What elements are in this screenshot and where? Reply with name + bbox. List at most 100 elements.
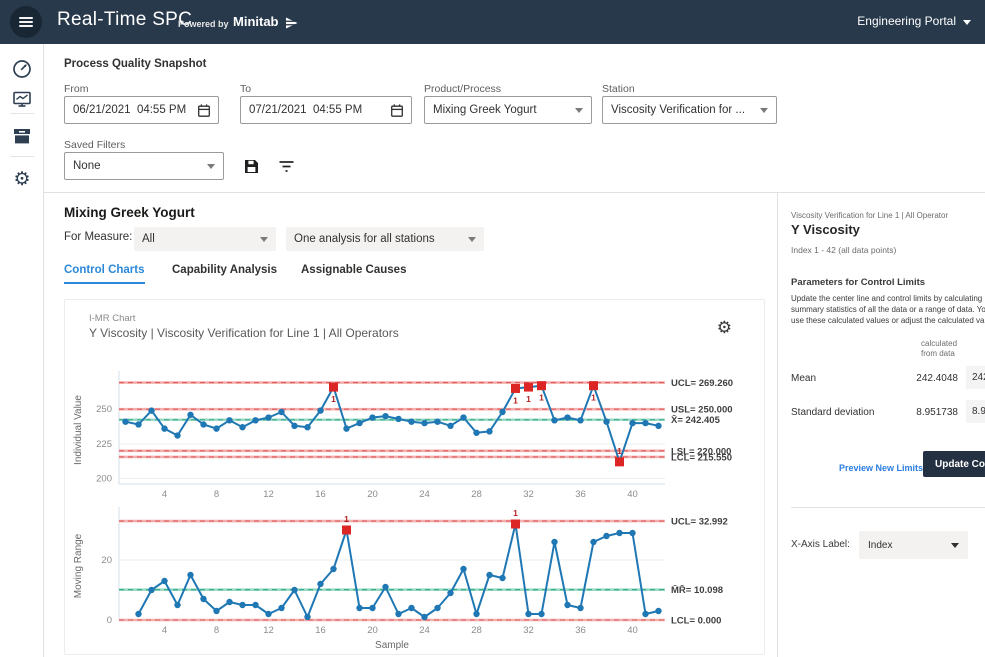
sidebar-item-settings[interactable]: ⚙ xyxy=(11,168,33,190)
data-point xyxy=(499,575,505,581)
chevron-down-icon xyxy=(951,543,959,548)
moving-range-chart: 020481216202428323640UCL= 32.992M̄R̄= 10… xyxy=(73,507,728,651)
chart-type-label: I-MR Chart xyxy=(89,313,135,324)
for-measure-label: For Measure: xyxy=(64,231,132,243)
analysis-select[interactable]: One analysis for all stations xyxy=(286,227,484,251)
ooc-flag-label: 1 xyxy=(591,393,596,403)
data-point xyxy=(603,533,609,539)
menu-button[interactable] xyxy=(10,6,42,38)
data-point xyxy=(317,407,323,413)
section-title: Process Quality Snapshot xyxy=(64,58,207,70)
data-point xyxy=(187,572,193,578)
sidebar-item-reports[interactable] xyxy=(11,88,33,110)
data-point xyxy=(252,417,258,423)
right-panel: Viscosity Verification for Line 1 | All … xyxy=(777,193,985,657)
chart-settings-button[interactable]: ⚙ xyxy=(717,318,732,338)
limit-label: X̄= 242.405 xyxy=(671,415,721,426)
filter-icon xyxy=(279,160,294,173)
data-point xyxy=(252,602,258,608)
data-point xyxy=(473,611,479,617)
data-point xyxy=(538,611,544,617)
data-point xyxy=(356,420,362,426)
data-point xyxy=(239,424,245,430)
product-select[interactable]: Mixing Greek Yogurt xyxy=(424,96,592,124)
x-tick-label: 20 xyxy=(367,489,378,500)
x-tick-label: 32 xyxy=(523,625,534,636)
data-point xyxy=(447,590,453,596)
data-point xyxy=(473,430,479,436)
data-point xyxy=(174,602,180,608)
out-of-control-point xyxy=(589,381,598,390)
data-point xyxy=(603,418,609,424)
sidebar-divider xyxy=(10,113,34,114)
stddev-input[interactable] xyxy=(966,400,985,423)
data-point xyxy=(200,596,206,602)
data-point xyxy=(460,566,466,572)
archive-icon xyxy=(12,126,32,146)
y-tick-label: 0 xyxy=(107,615,112,626)
x-tick-label: 20 xyxy=(367,625,378,636)
data-point xyxy=(369,605,375,611)
measure-value: All xyxy=(142,233,155,245)
data-point xyxy=(200,421,206,427)
tab-assignable-causes[interactable]: Assignable Causes xyxy=(301,264,406,282)
station-select[interactable]: Viscosity Verification for ... xyxy=(602,96,777,124)
individuals-chart: 200225250481216202428323640UCL= 269.260U… xyxy=(73,371,733,500)
ooc-flag-label: 1 xyxy=(526,394,531,404)
limit-label: LCL= 0.000 xyxy=(671,616,721,627)
x-tick-label: 28 xyxy=(471,625,482,636)
app-header: Real-Time SPC Powered by Minitab Enginee… xyxy=(0,0,985,44)
mean-calculated-value: 242.4048 xyxy=(888,373,958,384)
params-description: Update the center line and control limit… xyxy=(791,293,985,326)
hamburger-icon xyxy=(19,15,33,29)
save-filter-button[interactable] xyxy=(240,155,262,177)
data-point xyxy=(382,584,388,590)
x-tick-label: 8 xyxy=(214,489,219,500)
tab-control-charts[interactable]: Control Charts xyxy=(64,264,145,284)
sidebar-divider xyxy=(10,156,34,157)
tab-capability-analysis[interactable]: Capability Analysis xyxy=(172,264,277,282)
filter-button[interactable] xyxy=(275,155,297,177)
sidebar-item-archive[interactable] xyxy=(11,125,33,147)
data-point xyxy=(278,409,284,415)
x-tick-label: 12 xyxy=(263,489,274,500)
to-date-input[interactable]: 07/21/2021 04:55 PM xyxy=(240,96,412,124)
brand-name: Minitab xyxy=(233,14,279,29)
data-point xyxy=(421,420,427,426)
saved-filters-select[interactable]: None xyxy=(64,152,224,180)
portal-selector[interactable]: Engineering Portal xyxy=(857,14,971,28)
xaxis-select[interactable]: Index xyxy=(859,531,968,559)
measure-select[interactable]: All xyxy=(134,227,276,251)
data-point xyxy=(226,599,232,605)
limit-label: UCL= 269.260 xyxy=(671,378,733,389)
sidebar-item-dashboard[interactable] xyxy=(11,58,33,80)
ooc-flag-label: 1 xyxy=(513,508,518,518)
analysis-value: One analysis for all stations xyxy=(294,233,435,245)
to-label: To xyxy=(240,83,251,95)
x-tick-label: 16 xyxy=(315,625,326,636)
ooc-flag-label: 1 xyxy=(331,394,336,404)
xaxis-label: X-Axis Label: xyxy=(791,539,850,550)
limit-label: UCL= 32.992 xyxy=(671,517,728,528)
preview-limits-link[interactable]: Preview New Limits xyxy=(839,463,923,473)
stddev-row-label: Standard deviation xyxy=(791,407,874,418)
data-point xyxy=(291,423,297,429)
filter-panel: Process Quality Snapshot From 06/21/2021… xyxy=(44,44,985,193)
update-limits-button[interactable]: Update Control Limits xyxy=(923,451,985,477)
app-title: Real-Time SPC xyxy=(57,9,192,31)
data-point xyxy=(525,611,531,617)
index-note: Index 1 - 42 (all data points) xyxy=(791,245,896,255)
y-tick-label: 20 xyxy=(101,555,112,566)
x-tick-label: 24 xyxy=(419,489,430,500)
out-of-control-point xyxy=(342,526,351,535)
y-tick-label: 250 xyxy=(96,404,112,415)
data-point xyxy=(577,605,583,611)
from-date-value: 06/21/2021 04:55 PM xyxy=(73,104,186,116)
y-axis-title: Individual Value xyxy=(73,395,84,465)
from-date-input[interactable]: 06/21/2021 04:55 PM xyxy=(64,96,219,124)
station-value: Viscosity Verification for ... xyxy=(611,104,745,116)
data-point xyxy=(629,420,635,426)
mean-input[interactable] xyxy=(966,366,985,389)
data-point xyxy=(239,602,245,608)
gear-icon: ⚙ xyxy=(717,318,732,337)
